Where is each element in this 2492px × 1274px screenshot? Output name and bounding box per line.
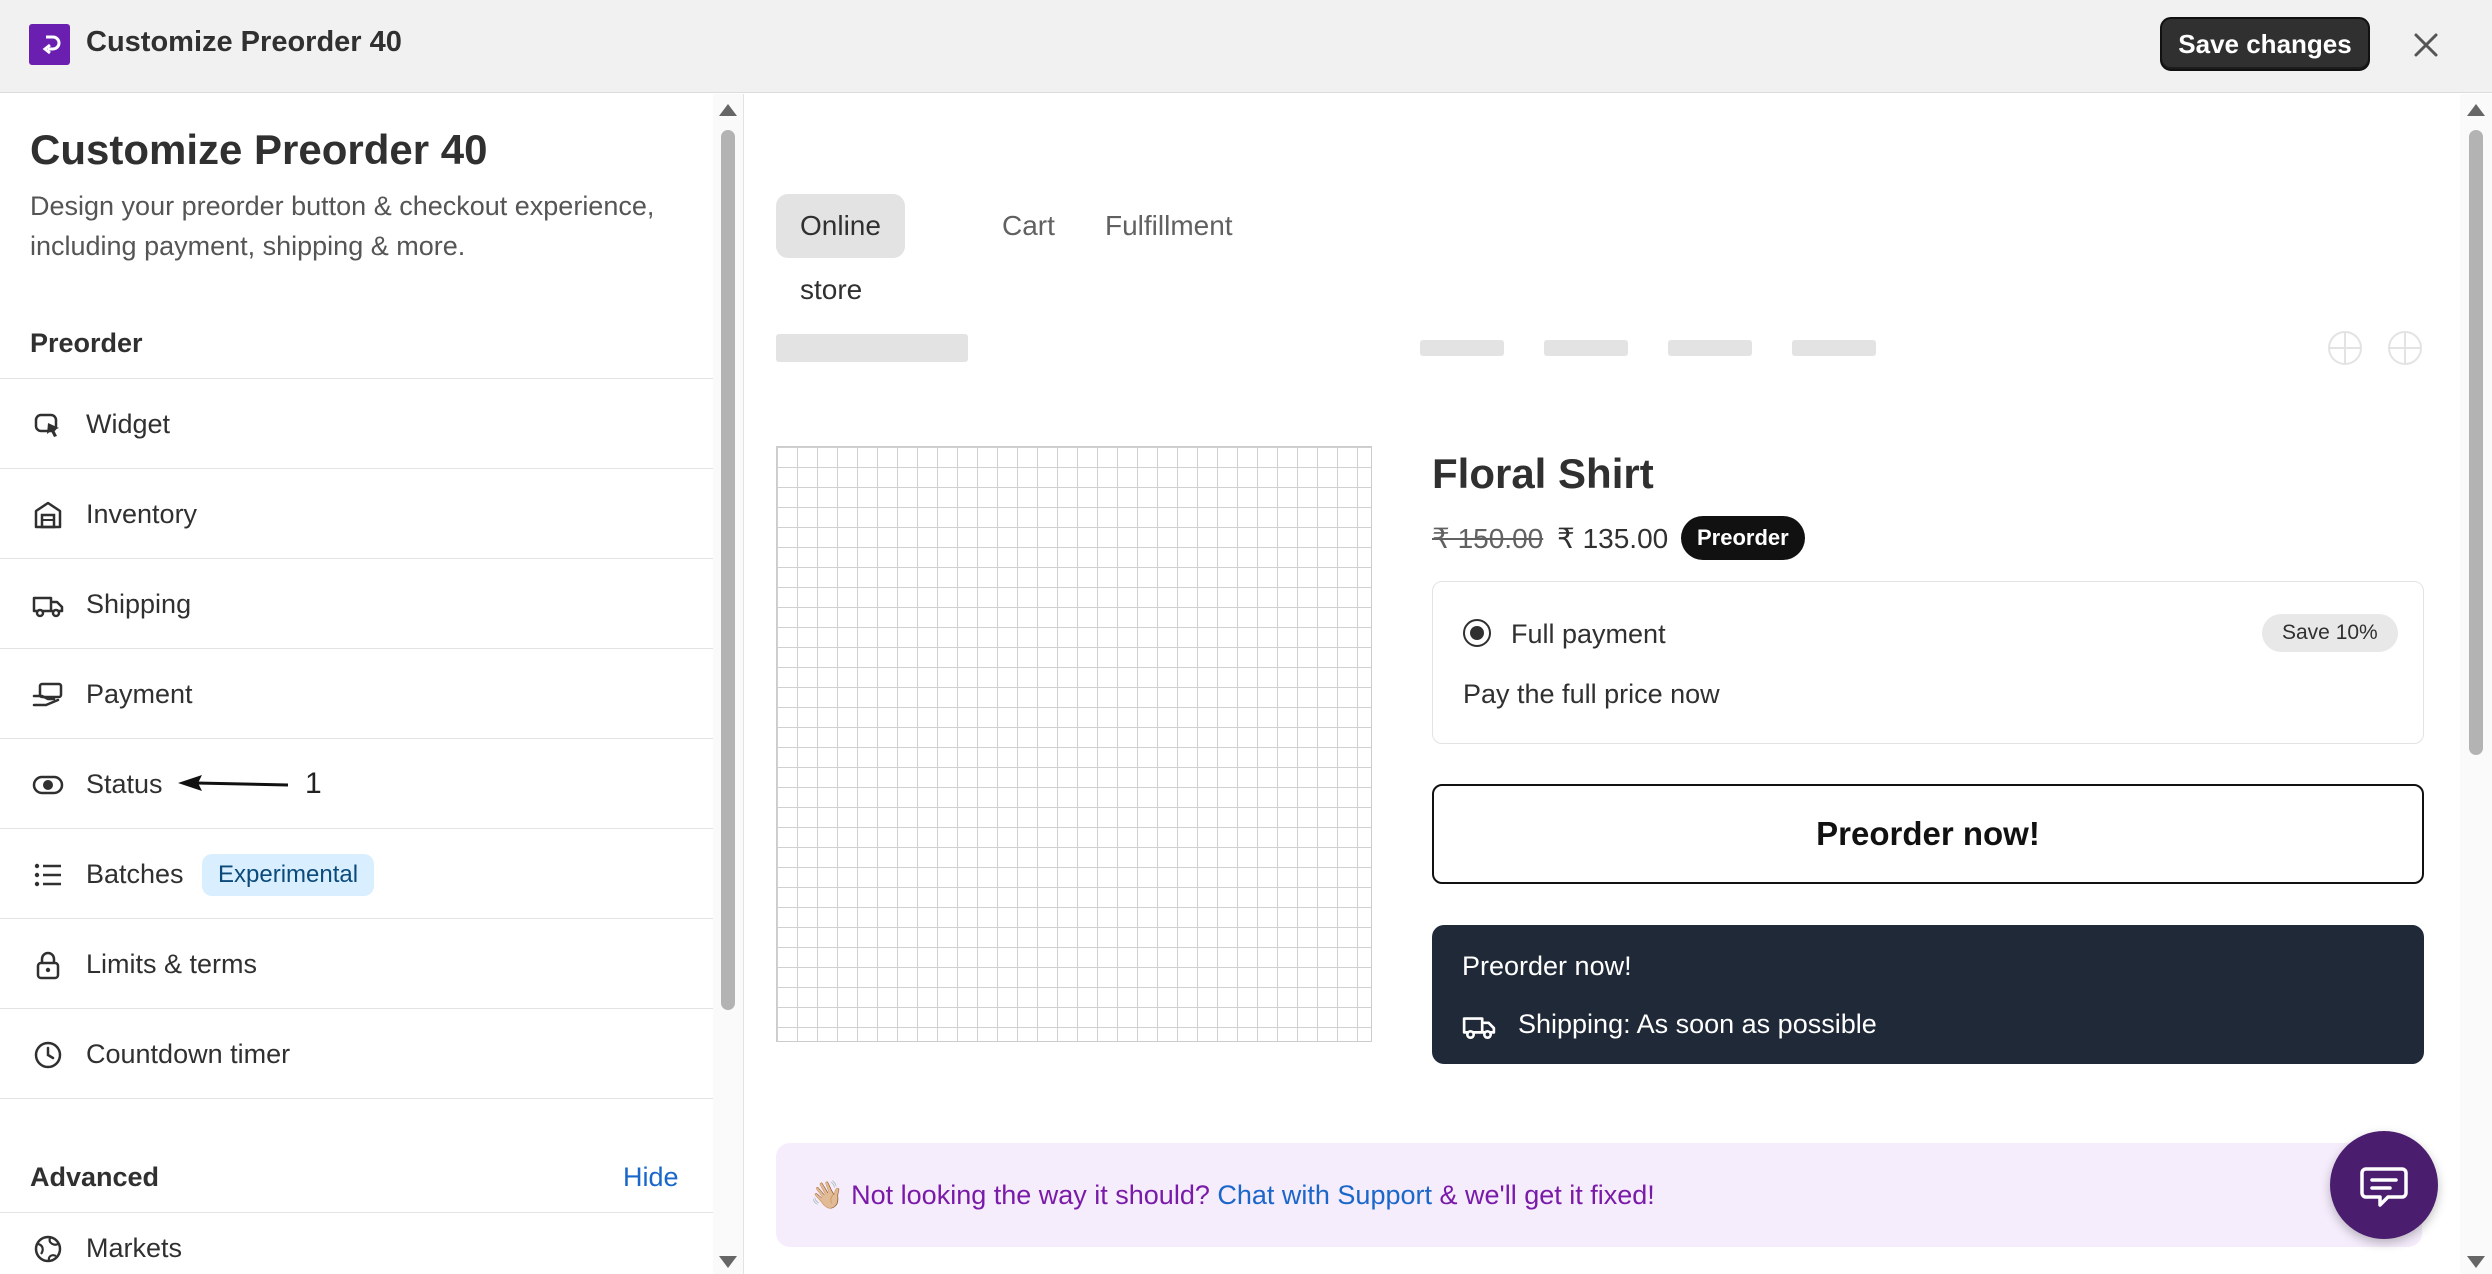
skeleton-nav-link [1420, 340, 1504, 356]
globe-icon [34, 1235, 62, 1263]
sidebar-item-label: Payment [86, 679, 193, 709]
sidebar-description: Design your preorder button & checkout e… [30, 191, 655, 261]
sidebar-item-label: Batches [86, 859, 184, 889]
placeholder-globe-icon [2388, 331, 2422, 365]
sidebar-item-status[interactable]: Status 1 [0, 738, 713, 828]
shipping-info-text: Shipping: As soon as possible [1518, 1009, 1877, 1039]
sidebar-item-label: Countdown timer [86, 1039, 291, 1069]
tab-online-store[interactable]: Online store [776, 194, 905, 305]
menu-divider [0, 1098, 713, 1099]
sale-price: ₹ 135.00 [1557, 523, 1669, 554]
close-icon[interactable] [2406, 25, 2446, 65]
placeholder-globe-icon [2328, 331, 2362, 365]
support-message: 👋🏼 Not looking the way it should? Chat w… [810, 1179, 1655, 1211]
preorder-logo-icon [42, 35, 61, 55]
sidebar-scrollbar[interactable] [713, 94, 743, 1274]
cursor-select-icon [34, 413, 59, 437]
payment-option-description: Pay the full price now [1463, 679, 1720, 709]
list-icon [34, 863, 61, 887]
sidebar-item-label: Widget [86, 409, 171, 439]
support-text-after: & we'll get it fixed! [1439, 1180, 1655, 1210]
sidebar-item-label: Shipping [86, 589, 192, 619]
sidebar-item-widget[interactable]: Widget [0, 378, 713, 468]
panel-divider [743, 94, 744, 1274]
section-heading-preorder: Preorder [30, 328, 143, 358]
sidebar-item-label: Status [86, 769, 163, 799]
payment-option-card[interactable]: Full payment Save 10% Pay the full price… [1432, 581, 2424, 744]
original-price: ₹ 150.00 [1432, 523, 1544, 554]
save-badge: Save 10% [2262, 614, 2398, 652]
settings-sidebar: Customize Preorder 40 Design your preord… [0, 94, 713, 1274]
tab-cart[interactable]: Cart [978, 194, 1079, 258]
toggle-icon [32, 775, 64, 795]
full-payment-radio[interactable] [1463, 619, 1491, 647]
sidebar-item-payment[interactable]: Payment [0, 648, 713, 738]
product-title: Floral Shirt [1432, 450, 1654, 497]
truck-icon [32, 596, 64, 618]
annotation-arrow-icon [178, 775, 289, 791]
product-image-placeholder [776, 446, 1372, 1042]
preview-scrollbar[interactable] [2460, 94, 2492, 1274]
sidebar-item-inventory[interactable]: Inventory [0, 468, 713, 558]
chat-with-support-link[interactable]: Chat with Support [1217, 1180, 1432, 1210]
app-logo [29, 24, 70, 65]
preorder-now-button[interactable]: Preorder now! [1432, 784, 2424, 884]
hand-money-icon [32, 682, 63, 707]
sidebar-item-batches[interactable]: Batches Experimental [0, 828, 713, 918]
chat-bubble-icon [2360, 1167, 2408, 1207]
sidebar-title: Customize Preorder 40 [30, 126, 488, 173]
truck-icon [1462, 1017, 1496, 1040]
chat-button[interactable] [2330, 1131, 2438, 1239]
section-heading-advanced: Advanced [30, 1162, 160, 1192]
preorder-badge: Preorder [1681, 516, 1805, 560]
tab-fulfillment[interactable]: Fulfillment [1081, 194, 1257, 258]
preorder-menu: Widget Inventory Shipping Payment Status… [0, 378, 713, 1099]
scroll-up-icon[interactable] [2467, 104, 2485, 116]
support-text-before: Not looking the way it should? [851, 1180, 1210, 1210]
skeleton-nav-link [1544, 340, 1628, 356]
payment-option-label: Full payment [1511, 619, 1666, 649]
top-bar: Customize Preorder 40 Save changes [0, 0, 2492, 93]
scroll-up-icon[interactable] [719, 104, 737, 116]
sidebar-item-label: Limits & terms [86, 949, 258, 979]
hide-advanced-link[interactable]: Hide [623, 1162, 679, 1193]
annotation-number: 1 [305, 767, 322, 800]
info-card-title: Preorder now! [1462, 951, 1632, 981]
sidebar-item-limits-terms[interactable]: Limits & terms [0, 918, 713, 1008]
scroll-down-icon[interactable] [2467, 1256, 2485, 1268]
scroll-down-icon[interactable] [719, 1256, 737, 1268]
skeleton-nav-link [1668, 340, 1752, 356]
lock-icon [36, 951, 60, 980]
warehouse-icon [34, 501, 62, 529]
experimental-badge: Experimental [202, 854, 375, 896]
sidebar-item-shipping[interactable]: Shipping [0, 558, 713, 648]
sidebar-item-countdown-timer[interactable]: Countdown timer [0, 1008, 713, 1098]
skeleton-logo [776, 334, 968, 362]
preorder-info-card: Preorder now! Shipping: As soon as possi… [1432, 925, 2424, 1064]
waving-hand-icon: 👋🏼 [810, 1180, 844, 1210]
sidebar-scroll-thumb[interactable] [721, 130, 735, 1010]
sidebar-item-label: Markets [86, 1233, 183, 1263]
support-banner: 👋🏼 Not looking the way it should? Chat w… [776, 1143, 2422, 1247]
sidebar-item-label: Inventory [86, 499, 198, 529]
save-changes-button[interactable]: Save changes [2160, 17, 2370, 71]
window-title: Customize Preorder 40 [86, 26, 402, 58]
sidebar-item-markets[interactable]: Markets [0, 1212, 713, 1274]
preview-scroll-thumb[interactable] [2469, 130, 2483, 755]
clock-icon [34, 1041, 62, 1069]
skeleton-nav-link [1792, 340, 1876, 356]
